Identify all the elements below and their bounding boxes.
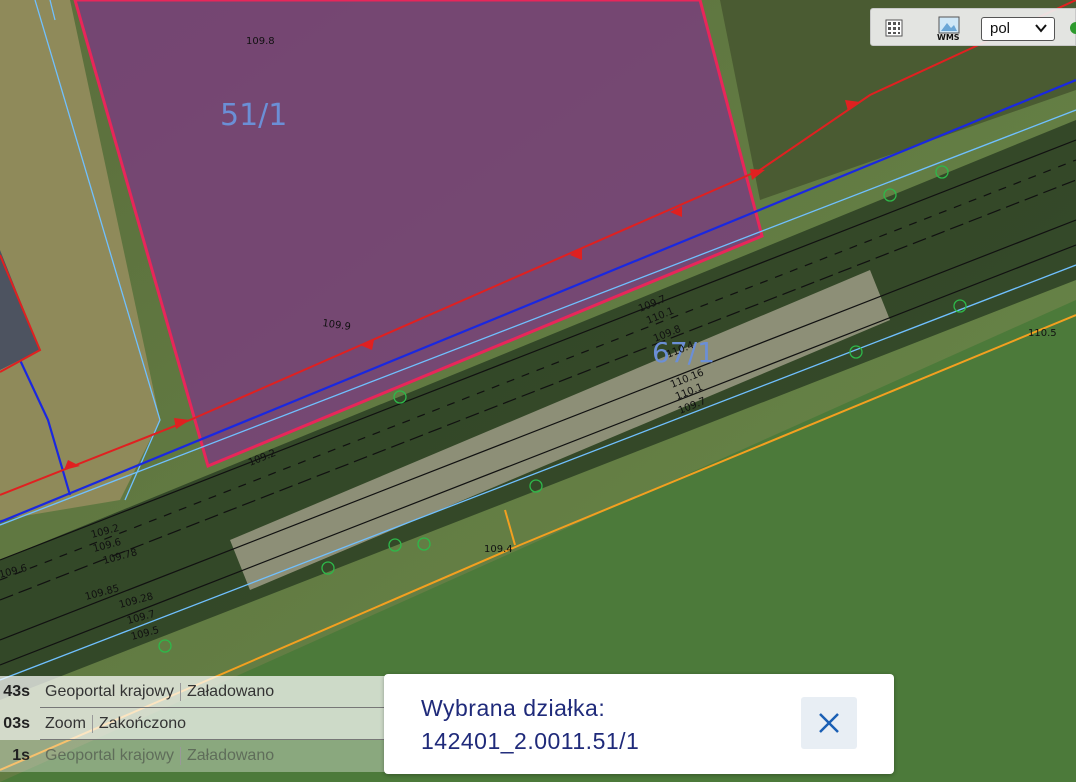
log-layer-name: Geoportal krajowy: [45, 747, 174, 764]
log-row: 03s Zoom Zakończono: [0, 708, 408, 740]
map-toolbar: WMS pol: [870, 8, 1076, 46]
parcel-label: 51/1: [220, 98, 287, 133]
elevation-label: 110.5: [1028, 328, 1057, 339]
layer-log: 43s Geoportal krajowy Załadowano 03s Zoom…: [0, 676, 408, 782]
legend-grid-icon: [885, 19, 903, 37]
wms-label: WMS: [937, 33, 960, 41]
log-row: 1s Geoportal krajowy Załadowano: [0, 740, 408, 772]
map-canvas[interactable]: 51/1 67/1 109.8 109.9 109.2 109.7 110.1 …: [0, 0, 1076, 782]
close-button[interactable]: [801, 697, 857, 749]
parcel-id: 142401_2.0011.51/1: [421, 728, 640, 754]
log-layer-name: Zoom: [45, 715, 86, 732]
parcel-popup: Wybrana działka: 142401_2.0011.51/1: [384, 674, 894, 774]
log-time: 43s: [3, 683, 30, 700]
close-icon: [819, 713, 839, 733]
log-row: 43s Geoportal krajowy Załadowano: [0, 676, 408, 708]
log-time: 03s: [3, 715, 30, 732]
popup-title: Wybrana działka:: [421, 695, 606, 721]
chevron-down-icon: [1035, 24, 1047, 33]
log-status: Załadowano: [186, 683, 275, 700]
wms-button[interactable]: WMS: [935, 15, 965, 41]
language-value: pol: [990, 20, 1011, 37]
legend-button[interactable]: [881, 15, 907, 41]
wms-map-icon: WMS: [937, 16, 960, 41]
log-status: Zakończono: [98, 715, 187, 732]
log-status: Załadowano: [186, 747, 275, 764]
language-select[interactable]: pol: [981, 17, 1055, 41]
elevation-label: 109.8: [246, 36, 275, 47]
log-layer-name: Geoportal krajowy: [45, 683, 174, 700]
elevation-label: 109.4: [484, 544, 513, 555]
log-time: 1s: [12, 747, 30, 764]
status-indicator: [1070, 22, 1076, 34]
